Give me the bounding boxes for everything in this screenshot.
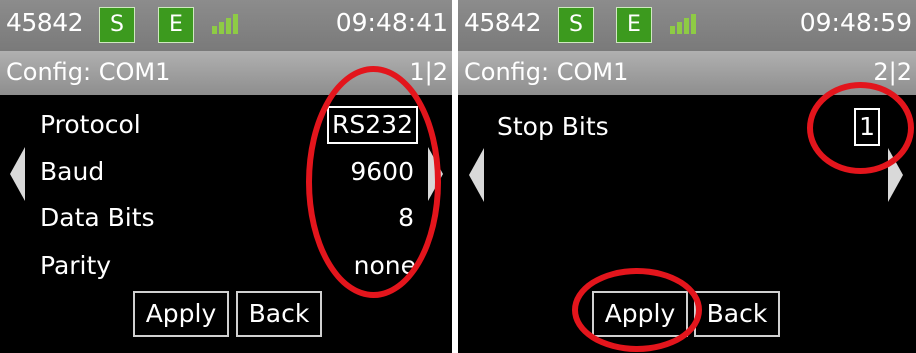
parity-value-field[interactable]: none: [354, 251, 416, 280]
stop-bits-label: Stop Bits: [497, 112, 609, 141]
page-indicator: 1|2: [409, 58, 448, 86]
clock-time: 09:48:41: [335, 8, 448, 37]
title-bar: Config: COM1 2|2: [458, 51, 916, 95]
stop-bits-value-field[interactable]: 1: [854, 108, 880, 146]
baud-value-field[interactable]: 9600: [350, 157, 414, 186]
status-bar: 45842 S E 09:48:59: [458, 0, 916, 51]
device-screen-page-2: 45842 S E 09:48:59 Config: COM1 2|2 Stop…: [458, 0, 916, 353]
chevron-left-icon[interactable]: [10, 147, 25, 201]
e-status-badge: E: [158, 7, 194, 43]
chevron-right-icon[interactable]: [888, 148, 903, 202]
signal-strength-icon: [670, 14, 700, 34]
apply-button[interactable]: Apply: [133, 291, 229, 337]
data-bits-value-field[interactable]: 8: [398, 203, 414, 232]
parity-label: Parity: [40, 251, 112, 280]
signal-strength-icon: [212, 14, 242, 34]
chevron-left-icon[interactable]: [469, 148, 484, 202]
chevron-right-icon[interactable]: [428, 147, 443, 201]
device-screen-page-1: 45842 S E 09:48:41 Config: COM1 1|2 Prot…: [0, 0, 452, 353]
back-button[interactable]: Back: [694, 291, 780, 337]
status-bar: 45842 S E 09:48:41: [0, 0, 452, 51]
data-bits-label: Data Bits: [40, 203, 155, 232]
device-id: 45842: [464, 8, 542, 37]
clock-time: 09:48:59: [799, 8, 912, 37]
back-button[interactable]: Back: [236, 291, 322, 337]
s-status-badge: S: [99, 7, 135, 43]
page-indicator: 2|2: [873, 58, 912, 86]
device-id: 45842: [6, 8, 84, 37]
s-status-badge: S: [558, 7, 594, 43]
baud-label: Baud: [40, 157, 105, 186]
protocol-label: Protocol: [40, 110, 141, 139]
protocol-value-field[interactable]: RS232: [327, 106, 418, 144]
page-title: Config: COM1: [6, 58, 171, 86]
title-bar: Config: COM1 1|2: [0, 51, 452, 95]
page-title: Config: COM1: [464, 58, 629, 86]
e-status-badge: E: [616, 7, 652, 43]
apply-button[interactable]: Apply: [592, 291, 688, 337]
